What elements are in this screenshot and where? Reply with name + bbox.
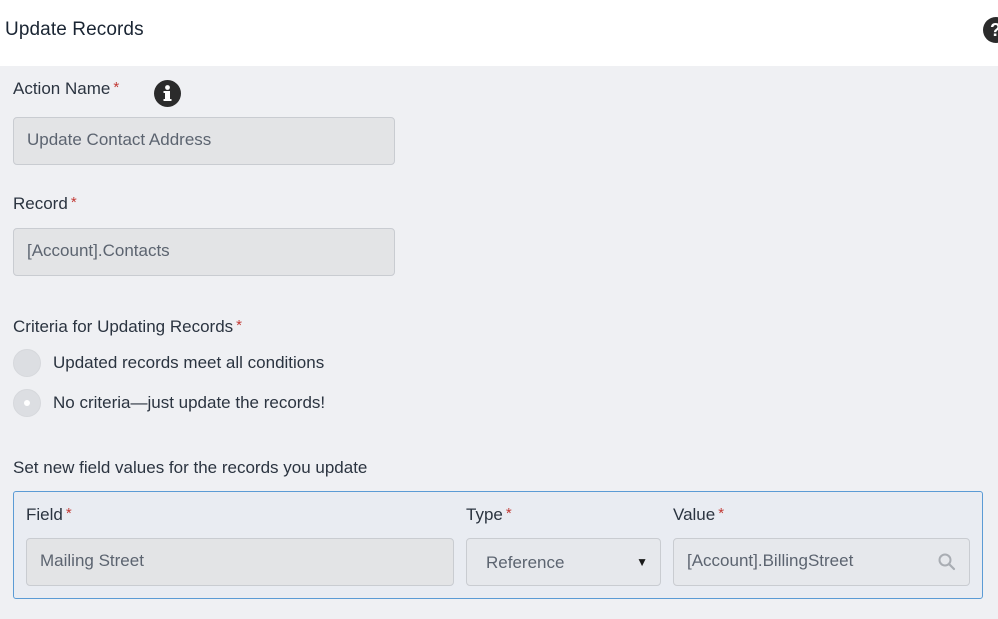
panel-header: Update Records ? bbox=[0, 0, 998, 66]
value-input[interactable]: [Account].BillingStreet bbox=[673, 538, 970, 586]
action-name-label: Action Name * bbox=[13, 79, 120, 98]
radio-dot bbox=[24, 400, 30, 406]
required-mark: * bbox=[236, 317, 242, 334]
type-select[interactable]: Reference ▼ bbox=[466, 538, 661, 586]
radio-button[interactable] bbox=[13, 349, 41, 377]
action-name-input[interactable]: Update Contact Address bbox=[13, 117, 395, 165]
required-mark: * bbox=[65, 505, 72, 522]
info-icon[interactable] bbox=[154, 80, 181, 107]
dropdown-arrow-icon: ▼ bbox=[636, 555, 648, 569]
radio-button-selected[interactable] bbox=[13, 389, 41, 417]
radio-label: No criteria—just update the records! bbox=[53, 393, 326, 412]
field-values-heading: Set new field values for the records you… bbox=[13, 458, 368, 477]
record-input[interactable]: [Account].Contacts bbox=[13, 228, 395, 276]
required-mark: * bbox=[505, 505, 512, 522]
page-title: Update Records bbox=[5, 19, 144, 40]
record-label: Record * bbox=[13, 194, 77, 213]
required-mark: * bbox=[70, 194, 77, 211]
required-mark: * bbox=[113, 79, 120, 96]
help-icon[interactable]: ? bbox=[983, 17, 998, 43]
field-column-label: Field * bbox=[26, 505, 72, 524]
value-column-label: Value * bbox=[673, 505, 725, 524]
type-column-label: Type * bbox=[466, 505, 512, 524]
required-mark: * bbox=[718, 505, 725, 522]
field-value-row-panel: Field * Type * Value * Mailing Street Refer… bbox=[13, 491, 983, 599]
radio-label: Updated records meet all conditions bbox=[53, 353, 325, 372]
criteria-label: Criteria for Updating Records * bbox=[13, 317, 242, 336]
search-icon[interactable] bbox=[937, 552, 957, 577]
field-input[interactable]: Mailing Street bbox=[26, 538, 454, 586]
